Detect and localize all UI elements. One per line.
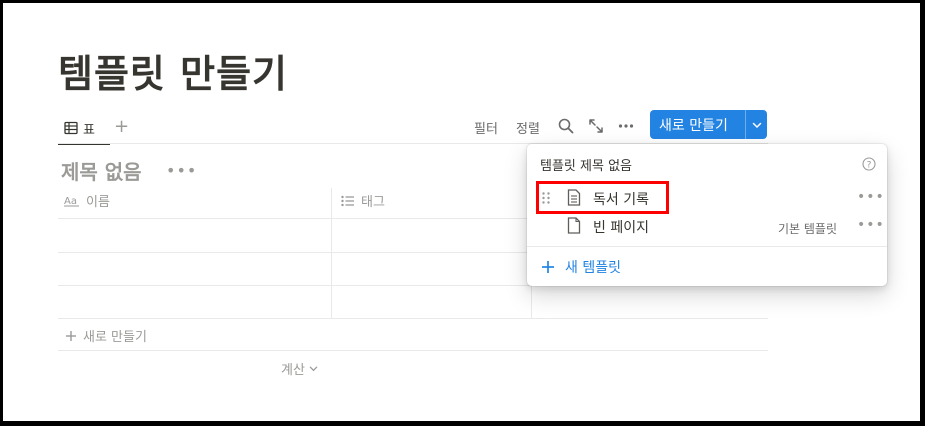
default-template-badge: 기본 템플릿 <box>778 222 838 236</box>
template-item-more-button[interactable]: ••• <box>857 189 885 205</box>
template-menu-divider <box>527 246 887 247</box>
table-icon <box>64 121 78 135</box>
table-row[interactable] <box>58 219 331 252</box>
calculate-button[interactable]: 계산 <box>281 359 318 378</box>
column-header-tags-label: 태그 <box>361 195 385 210</box>
column-header-tags[interactable]: 태그 <box>341 191 385 210</box>
chevron-down-icon <box>309 366 318 372</box>
more-options-icon[interactable] <box>617 117 635 135</box>
column-divider <box>331 188 332 318</box>
svg-text:?: ? <box>867 160 872 170</box>
filter-button[interactable]: 필터 <box>474 118 498 137</box>
column-header-name-label: 이름 <box>86 195 110 210</box>
search-icon[interactable] <box>557 117 575 135</box>
expand-icon[interactable] <box>587 117 605 135</box>
new-template-label: 새 템플릿 <box>565 260 621 276</box>
page-blank-icon <box>567 217 581 234</box>
help-icon[interactable]: ? <box>862 157 876 171</box>
add-row-button[interactable]: 새로 만들기 <box>65 326 147 345</box>
new-button[interactable]: 새로 만들기 <box>650 110 767 139</box>
plus-icon <box>542 261 554 273</box>
chevron-down-icon <box>752 122 761 128</box>
plus-icon <box>66 330 76 341</box>
add-row-label: 새로 만들기 <box>83 330 147 345</box>
tab-table-label: 표 <box>83 122 95 138</box>
template-item-more-button[interactable]: ••• <box>857 217 885 233</box>
new-button-dropdown[interactable] <box>746 120 767 130</box>
template-item-blank-page[interactable]: 빈 페이지 기본 템플릿 ••• <box>527 212 887 240</box>
column-header-name[interactable]: Aa 이름 <box>64 191 110 210</box>
page-title: 템플릿 만들기 <box>58 52 288 96</box>
table-row-divider <box>58 318 768 319</box>
table-row[interactable] <box>58 253 331 285</box>
database-more-button[interactable]: ••• <box>166 161 197 180</box>
table-row[interactable] <box>58 286 331 318</box>
svg-text:Aa: Aa <box>64 196 77 207</box>
template-menu-title: 템플릿 제목 없음 <box>540 159 632 174</box>
tab-table-view[interactable]: 표 <box>58 113 101 143</box>
database-title[interactable]: 제목 없음 <box>61 156 142 185</box>
new-template-button[interactable]: 새 템플릿 <box>541 257 621 277</box>
app-window: 템플릿 만들기 표 + 필터 정렬 새로 만들기 제목 없음 ••• Aa 이름… <box>3 3 920 421</box>
highlight-box <box>536 181 669 214</box>
template-item-label: 빈 페이지 <box>593 220 649 236</box>
calculate-label: 계산 <box>281 363 305 378</box>
sort-button[interactable]: 정렬 <box>516 118 540 137</box>
list-property-icon <box>341 195 354 206</box>
text-property-icon: Aa <box>64 196 79 207</box>
template-menu: 템플릿 제목 없음 ? 독서 기록 ••• 빈 페이지 기본 템플릿 ••• 새… <box>527 144 887 286</box>
new-button-label[interactable]: 새로 만들기 <box>650 115 745 135</box>
table-footer-divider <box>58 350 768 351</box>
add-view-button[interactable]: + <box>114 115 129 139</box>
